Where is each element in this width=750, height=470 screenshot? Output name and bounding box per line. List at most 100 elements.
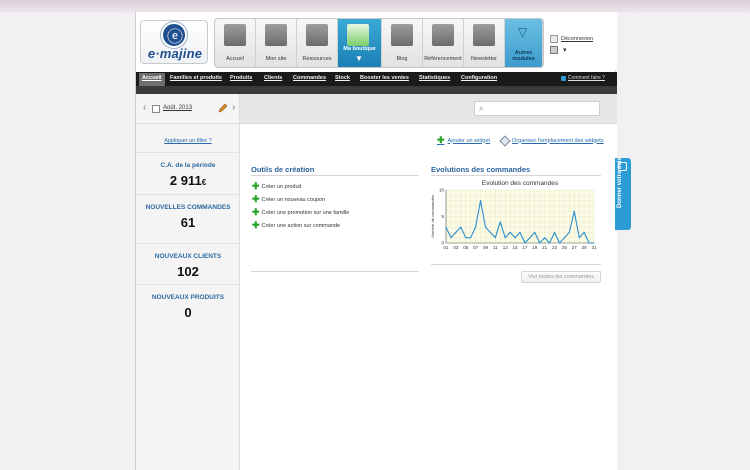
data-point bbox=[445, 226, 447, 228]
menu-commandes[interactable]: Commandes bbox=[293, 75, 326, 81]
data-point bbox=[465, 237, 467, 239]
plus-icon: ✚ bbox=[252, 194, 260, 204]
menu-accueil[interactable]: Accueil bbox=[139, 73, 165, 86]
data-point bbox=[460, 226, 462, 228]
x-tick-label: 05 bbox=[463, 245, 469, 250]
help-link[interactable]: Comment faire ? bbox=[561, 75, 605, 81]
data-point bbox=[583, 231, 585, 233]
nav-blog[interactable]: Blog bbox=[382, 19, 423, 67]
widget-actions: ✚ Ajouter un widget Organiser l'emplacem… bbox=[437, 134, 604, 147]
calendar-icon[interactable] bbox=[152, 105, 160, 113]
nav-accueil[interactable]: Accueil bbox=[215, 19, 256, 67]
stat-value: 61 bbox=[180, 214, 196, 230]
data-point bbox=[534, 231, 536, 233]
data-point bbox=[470, 237, 472, 239]
browser-top-bar bbox=[0, 0, 750, 12]
tool-label: Créer un nouveau coupon bbox=[261, 196, 326, 203]
period-label[interactable]: Août. 2013 bbox=[163, 105, 192, 111]
settings-dropdown[interactable]: ▾ bbox=[550, 46, 593, 54]
tool-create-coupon[interactable]: ✚ Créer un nouveau coupon bbox=[252, 193, 349, 206]
previous-month-icon[interactable]: ‹ bbox=[143, 102, 146, 113]
x-tick-label: 09 bbox=[483, 245, 489, 250]
x-tick-label: 27 bbox=[572, 245, 578, 250]
tool-create-order-action[interactable]: ✚ Créer une action sur commande bbox=[252, 219, 349, 232]
logout-link[interactable]: Déconnexion bbox=[550, 35, 593, 43]
data-point bbox=[480, 200, 482, 202]
help-label: Comment faire ? bbox=[568, 75, 605, 81]
main-nav: Accueil Mon site Ressources Ma boutique … bbox=[214, 18, 544, 68]
tool-create-product[interactable]: ✚ Créer un produit bbox=[252, 180, 349, 193]
pencil-icon[interactable] bbox=[218, 103, 228, 113]
menu-clients[interactable]: Clients bbox=[264, 75, 282, 81]
help-icon bbox=[561, 75, 566, 81]
nav-label: Autres modules bbox=[512, 50, 535, 62]
data-point bbox=[554, 231, 556, 233]
divider bbox=[431, 264, 601, 265]
data-point bbox=[455, 231, 457, 233]
stat-label: NOUVELLES COMMANDES bbox=[145, 204, 231, 211]
x-tick-label: 17 bbox=[522, 245, 528, 250]
logout-label: Déconnexion bbox=[561, 36, 594, 42]
nav-label: Référencement bbox=[424, 56, 462, 62]
y-tick-label: 5 bbox=[441, 214, 444, 219]
divider bbox=[431, 175, 601, 176]
nav-label: Blog bbox=[396, 56, 408, 62]
organize-widgets-link[interactable]: Organiser l'emplacement des widgets bbox=[499, 134, 604, 147]
content-area: ‹ Août. 2013 › Appliquer un filtre ? C.A… bbox=[136, 94, 617, 470]
x-tick-label: 03 bbox=[453, 245, 459, 250]
x-tick-label: 25 bbox=[562, 245, 568, 250]
y-axis-label: Nombre de commandes bbox=[430, 195, 435, 238]
menu-stock[interactable]: Stock bbox=[335, 75, 350, 81]
data-point bbox=[484, 226, 486, 228]
data-point bbox=[573, 210, 575, 212]
nav-referencement[interactable]: Référencement bbox=[423, 19, 464, 67]
nav-ressources[interactable]: Ressources bbox=[297, 19, 338, 67]
divider bbox=[251, 175, 419, 176]
x-tick-label: 23 bbox=[552, 245, 558, 250]
y-tick-label: 10 bbox=[439, 188, 445, 193]
data-point bbox=[568, 231, 570, 233]
data-point bbox=[563, 237, 565, 239]
plus-icon: ✚ bbox=[252, 207, 260, 217]
search-input[interactable]: ⌕ bbox=[474, 101, 600, 116]
x-tick-label: 15 bbox=[513, 245, 519, 250]
menu-produits[interactable]: Produits bbox=[230, 75, 252, 81]
nav-ma-boutique[interactable]: Ma boutique ▼ bbox=[338, 19, 382, 67]
next-month-icon[interactable]: › bbox=[232, 102, 235, 113]
stat-value: 0 bbox=[184, 304, 192, 320]
stat-value: 2 911€ bbox=[136, 173, 240, 188]
menu-statistiques[interactable]: Statistiques bbox=[419, 75, 450, 81]
nav-mon-site[interactable]: Mon site bbox=[256, 19, 297, 67]
view-all-orders-button[interactable]: Voir toutes les commandes bbox=[521, 271, 601, 283]
x-tick-label: 29 bbox=[582, 245, 588, 250]
tool-create-promotion[interactable]: ✚ Créer une promotion sur une famille bbox=[252, 206, 349, 219]
resources-icon bbox=[306, 24, 328, 46]
caret-down-icon: ▾ bbox=[563, 47, 567, 54]
chart-title: Evolution des commandes bbox=[482, 180, 559, 187]
dropdown-arrow-icon: ▼ bbox=[355, 54, 363, 63]
website-icon bbox=[265, 24, 287, 46]
stats-sidebar: ‹ Août. 2013 › Appliquer un filtre ? C.A… bbox=[136, 94, 240, 470]
data-point bbox=[558, 242, 560, 244]
sub-menubar: Accueil Familles et produits Produits Cl… bbox=[136, 72, 617, 86]
nav-autres-modules[interactable]: ▽ Autres modules bbox=[505, 19, 543, 67]
data-point bbox=[509, 231, 511, 233]
menu-configuration[interactable]: Configuration bbox=[461, 75, 497, 81]
feedback-tab[interactable]: Donner votre avis bbox=[615, 157, 631, 230]
apply-filter-link[interactable]: Appliquer un filtre ? bbox=[136, 138, 240, 144]
orders-panel-title: Evolutions des commandes bbox=[431, 165, 531, 174]
newsletter-icon bbox=[473, 24, 495, 46]
data-point bbox=[450, 237, 452, 239]
menu-booster-ventes[interactable]: Booster les ventes bbox=[360, 75, 409, 81]
data-point bbox=[544, 237, 546, 239]
add-widget-link[interactable]: ✚ Ajouter un widget bbox=[437, 135, 490, 146]
data-point bbox=[539, 242, 541, 244]
nav-newsletter[interactable]: Newsletter bbox=[464, 19, 505, 67]
gear-icon bbox=[550, 46, 558, 54]
emajine-logo[interactable]: e·majine bbox=[140, 20, 208, 64]
nav-label: Ma boutique bbox=[343, 46, 376, 52]
menu-familles-produits[interactable]: Familles et produits bbox=[170, 75, 222, 81]
add-widget-label: Ajouter un widget bbox=[447, 137, 491, 144]
nav-label: Ressources bbox=[302, 56, 332, 62]
menubar-shadow bbox=[136, 86, 617, 94]
